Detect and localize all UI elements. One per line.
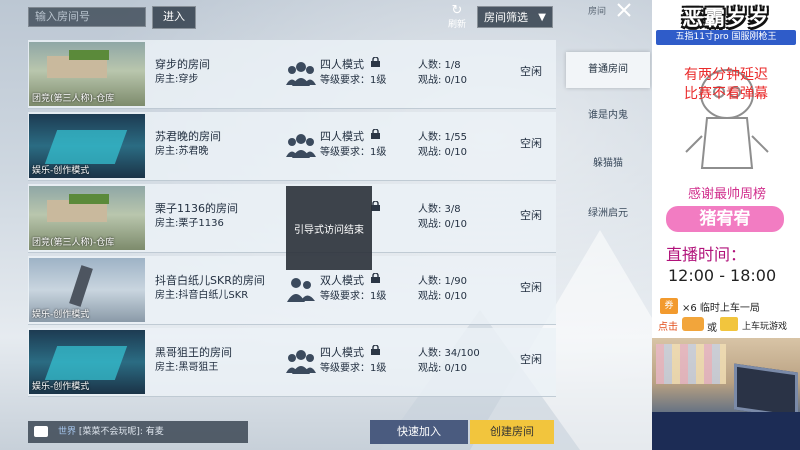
top-bar: 进入 ↻ 刷新 房间筛选 ▼ — [0, 0, 580, 34]
chevron-down-icon: ▼ — [538, 12, 546, 23]
room-owner: 房主:穿步 — [155, 74, 199, 85]
room-player-count: 人数: 1/8 — [418, 60, 461, 71]
room-level-requirement: 等级要求：1级 — [320, 291, 387, 302]
close-icon[interactable] — [616, 2, 632, 18]
create-room-button[interactable]: 创建房间 — [470, 420, 554, 444]
room-owner: 房主:抖音白纸儿SKR — [155, 290, 249, 301]
room-spectator-count: 观战: 0/10 — [418, 363, 468, 374]
room-player-count: 人数: 1/90 — [418, 276, 468, 287]
room-status: 空闲 — [520, 137, 542, 150]
stream-notice-line1: 有两分钟延迟 — [684, 67, 768, 83]
stream-overlay-panel: 恶霸岁岁 五指11寸pro 国服刚枪王 有两分钟延迟 比赛不看弹幕 感谢最帅周榜… — [652, 0, 800, 450]
room-player-count: 人数: 34/100 — [418, 348, 480, 359]
tab-oasis[interactable]: 绿洲启元 — [566, 196, 650, 232]
room-level-requirement: 等级要求：1级 — [320, 147, 387, 158]
lock-icon — [371, 129, 380, 139]
room-owner: 房主:苏君晚 — [155, 146, 209, 157]
ride-icon — [720, 317, 738, 331]
thanks-label: 感谢最帅周榜 — [687, 187, 766, 202]
room-player-count: 人数: 3/8 — [418, 204, 461, 215]
lock-icon — [371, 201, 380, 211]
team-mode-icon — [286, 62, 316, 86]
duo-mode-icon — [287, 278, 315, 302]
room-mode: 双人模式 — [320, 274, 364, 287]
room-thumbnail-caption: 团竞(第三人称)-仓库 — [32, 94, 115, 104]
lock-icon — [371, 273, 380, 283]
guided-access-toast: 引导式访问结束 — [286, 186, 372, 270]
room-thumbnail: 团竞(第三人称)-仓库 — [29, 186, 145, 250]
room-thumbnail-caption: 娱乐-创作模式 — [32, 166, 90, 176]
stream-time-value: 12:00 - 18:00 — [668, 266, 777, 285]
team-mode-icon — [286, 350, 316, 374]
room-thumbnail-caption: 娱乐-创作模式 — [32, 310, 90, 320]
room-status: 空闲 — [520, 353, 542, 366]
car-icon — [682, 317, 704, 331]
ride-label: 上车玩游戏 — [742, 322, 788, 332]
game-screen: 进入 ↻ 刷新 房间筛选 ▼ 团竞(第三人称)-仓库 穿步的房间 房主:穿步 四… — [0, 0, 652, 450]
room-spectator-count: 观战: 0/10 — [418, 291, 468, 302]
room-spectator-count: 观战: 0/10 — [418, 219, 468, 230]
room-thumbnail-caption: 娱乐-创作模式 — [32, 382, 90, 392]
room-number-input[interactable] — [28, 7, 146, 27]
room-spectator-count: 观战: 0/10 — [418, 147, 468, 158]
room-filter-label: 房间筛选 — [484, 11, 528, 24]
room-thumbnail-caption: 团竞(第三人称)-仓库 — [32, 238, 115, 248]
stream-notice: 有两分钟延迟 比赛不看弹幕 — [652, 66, 800, 104]
room-thumbnail: 娱乐-创作模式 — [29, 330, 145, 394]
quick-join-button[interactable]: 快速加入 — [370, 420, 468, 444]
tab-normal-room[interactable]: 普通房间 — [566, 52, 650, 88]
or-label: 或 — [707, 323, 717, 334]
chat-message-line: 世界 [菜菜不会玩呢]: 有麦 — [58, 421, 164, 443]
room-player-count: 人数: 1/55 — [418, 132, 468, 143]
refresh-icon: ↻ — [451, 3, 463, 18]
room-mode: 四人模式 — [320, 130, 364, 143]
ticket-text: ×6 临时上车一局 — [682, 303, 760, 314]
room-type-tabs: 房间 普通房间 谁是内鬼 躲猫猫 绿洲启元 — [566, 0, 652, 450]
lock-icon — [371, 57, 380, 67]
room-spectator-count: 观战: 0/10 — [418, 75, 468, 86]
refresh-label: 刷新 — [447, 20, 466, 30]
enter-button[interactable]: 进入 — [152, 6, 196, 29]
room-mode: 四人模式 — [320, 58, 364, 71]
room-row[interactable]: 娱乐-创作模式 黑哥狙王的房间 房主:黑哥狙王 四人模式 等级要求：1级 人数:… — [28, 328, 556, 397]
streamer-badge: 五指11寸pro 国服刚枪王 — [656, 30, 796, 45]
room-level-requirement: 等级要求：1级 — [320, 363, 387, 374]
room-level-requirement: 等级要求：1级 — [320, 75, 387, 86]
room-status: 空闲 — [520, 281, 542, 294]
chat-message: [菜菜不会玩呢]: 有麦 — [78, 427, 164, 437]
streamer-webcam-feed — [652, 338, 800, 450]
stream-notice-line2: 比赛不看弹幕 — [684, 86, 768, 102]
streamer-name-banner: 恶霸岁岁 — [682, 6, 770, 30]
room-thumbnail: 团竞(第三人称)-仓库 — [29, 42, 145, 106]
room-row[interactable]: 团竞(第三人称)-仓库 穿步的房间 房主:穿步 四人模式 等级要求：1级 人数:… — [28, 40, 556, 109]
room-owner: 房主:黑哥狙王 — [155, 362, 219, 373]
team-mode-icon — [286, 134, 316, 158]
room-thumbnail: 娱乐-创作模式 — [29, 258, 145, 322]
top-supporter-name: 猪宥宥 — [666, 206, 784, 232]
stream-time-label: 直播时间： — [666, 245, 747, 264]
refresh-button[interactable]: ↻ 刷新 — [444, 4, 470, 30]
room-status: 空闲 — [520, 209, 542, 222]
ticket-icon: 券 — [660, 298, 678, 314]
room-thumbnail: 娱乐-创作模式 — [29, 114, 145, 178]
tab-who-is-impostor[interactable]: 谁是内鬼 — [566, 98, 650, 134]
lock-icon — [371, 345, 380, 355]
chat-channel: 世界 — [58, 427, 77, 437]
room-filter-dropdown[interactable]: 房间筛选 ▼ — [477, 6, 553, 28]
room-status: 空闲 — [520, 65, 542, 78]
room-mode: 四人模式 — [320, 346, 364, 359]
chat-icon[interactable] — [34, 426, 48, 437]
click-label: 点击 — [658, 322, 678, 333]
tab-hide-and-seek[interactable]: 躲猫猫 — [566, 146, 650, 182]
world-chat-bar[interactable]: 世界 [菜菜不会玩呢]: 有麦 — [28, 421, 248, 443]
room-row[interactable]: 娱乐-创作模式 苏君晚的房间 房主:苏君晚 四人模式 等级要求：1级 人数: 1… — [28, 112, 556, 181]
room-owner: 房主:栗子1136 — [155, 218, 224, 229]
